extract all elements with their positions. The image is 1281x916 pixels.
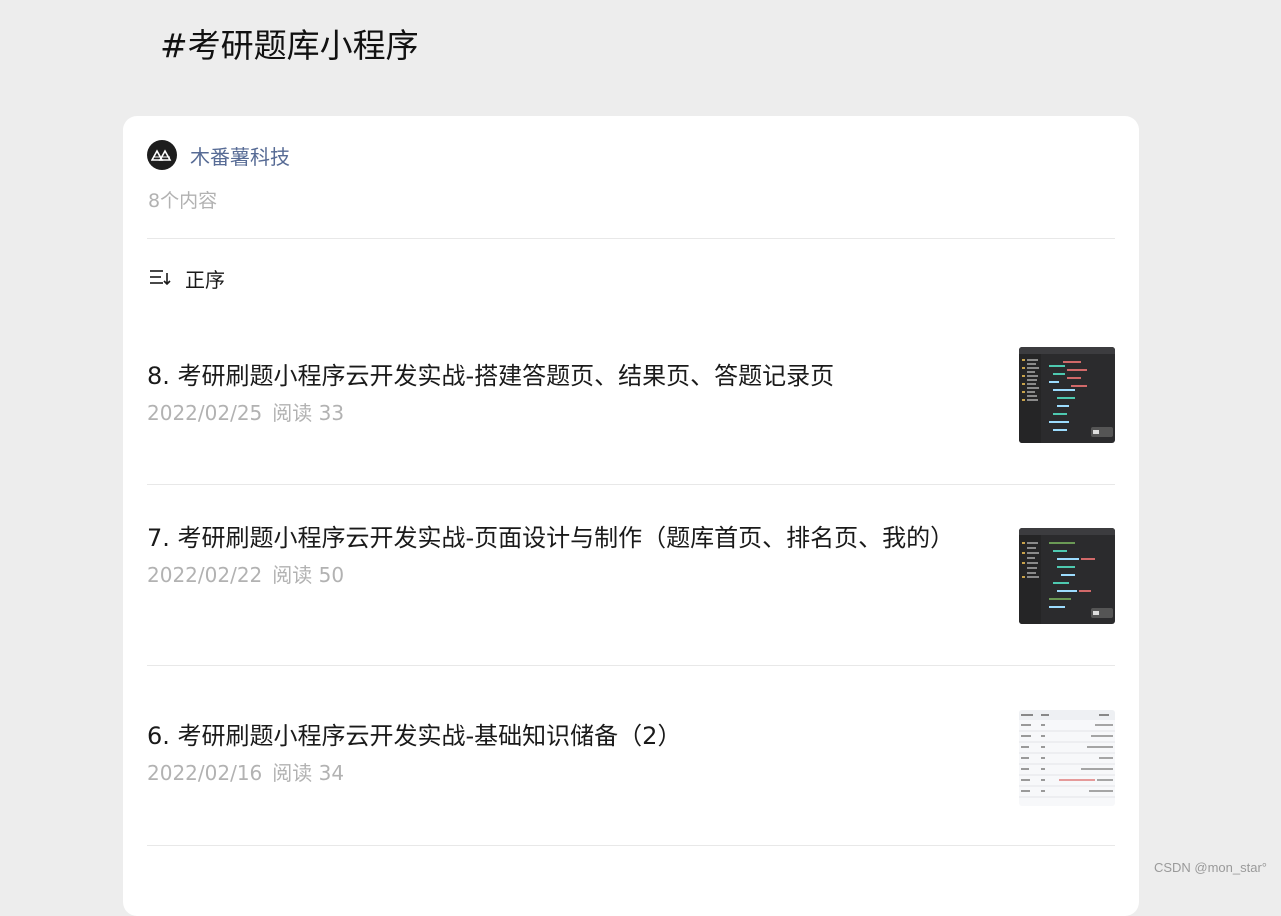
article-reads: 阅读 33 <box>272 401 345 425</box>
article-reads: 阅读 50 <box>272 563 345 587</box>
article-date: 2022/02/25 <box>147 401 263 425</box>
page-title: #考研题库小程序 <box>160 26 419 65</box>
divider <box>147 484 1115 485</box>
article-item[interactable]: 8. 考研刷题小程序云开发实战-搭建答题页、结果页、答题记录页 2022/02/… <box>147 347 1115 464</box>
article-meta: 2022/02/16 阅读 34 <box>147 759 1115 787</box>
article-thumbnail[interactable] <box>1019 528 1115 624</box>
author-row[interactable]: 木番薯科技 <box>147 140 290 170</box>
album-card: 木番薯科技 8个内容 正序 8. 考研刷题小程序云开发实战-搭建答题页、结果页、… <box>123 116 1139 916</box>
sort-label: 正序 <box>185 268 225 292</box>
divider <box>147 665 1115 666</box>
article-item[interactable]: 7. 考研刷题小程序云开发实战-页面设计与制作（题库首页、排名页、我的） 202… <box>147 520 1115 640</box>
sort-toggle[interactable]: 正序 <box>149 264 225 293</box>
article-item[interactable]: 6. 考研刷题小程序云开发实战-基础知识储备（2） 2022/02/16 阅读 3… <box>147 710 1115 828</box>
content-count: 8个内容 <box>148 190 218 212</box>
article-reads: 阅读 34 <box>272 761 345 785</box>
article-title[interactable]: 8. 考研刷题小程序云开发实战-搭建答题页、结果页、答题记录页 <box>147 358 967 394</box>
article-title[interactable]: 6. 考研刷题小程序云开发实战-基础知识储备（2） <box>147 718 967 754</box>
article-meta: 2022/02/22 阅读 50 <box>147 561 1115 589</box>
article-date: 2022/02/16 <box>147 761 263 785</box>
article-thumbnail[interactable] <box>1019 710 1115 806</box>
logo-avatar-icon[interactable] <box>147 140 177 170</box>
watermark: CSDN @mon_star° <box>1153 860 1267 875</box>
article-title[interactable]: 7. 考研刷题小程序云开发实战-页面设计与制作（题库首页、排名页、我的） <box>147 520 967 556</box>
article-date: 2022/02/22 <box>147 563 263 587</box>
sort-order-icon <box>149 268 171 290</box>
article-meta: 2022/02/25 阅读 33 <box>147 399 1115 427</box>
divider <box>147 238 1115 239</box>
article-thumbnail[interactable] <box>1019 347 1115 443</box>
author-name-link[interactable]: 木番薯科技 <box>190 141 290 170</box>
divider <box>147 845 1115 846</box>
